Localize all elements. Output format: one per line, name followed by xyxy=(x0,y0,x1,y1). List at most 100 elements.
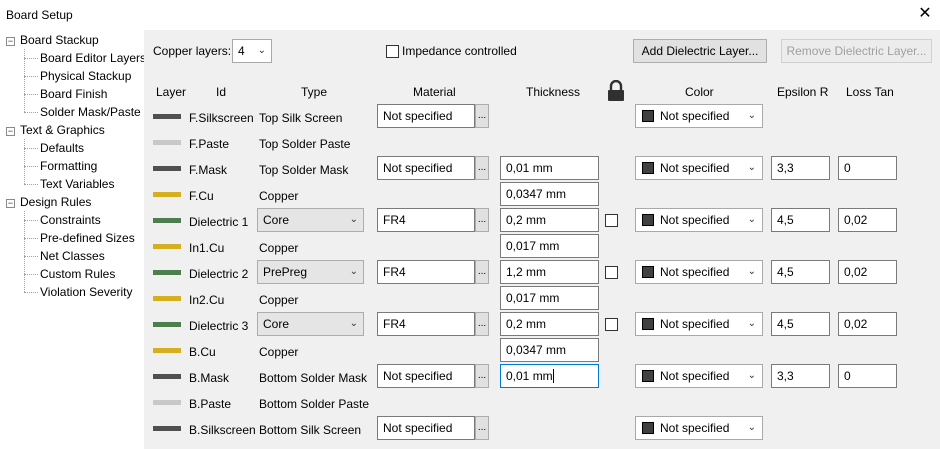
epsilon-field[interactable]: 4,5 xyxy=(771,312,830,336)
epsilon-field[interactable]: 3,3 xyxy=(771,156,830,180)
thickness-field[interactable]: 0,2 mm xyxy=(500,312,599,336)
loss-tangent-field[interactable]: 0,02 xyxy=(838,260,897,284)
chevron-down-icon: ⌄ xyxy=(747,162,756,173)
thickness-field[interactable]: 0,017 mm xyxy=(500,234,599,258)
color-select[interactable]: Not specified ⌄ xyxy=(635,416,763,440)
layer-type: Copper xyxy=(259,345,299,359)
tree-item[interactable]: Formatting xyxy=(40,157,97,175)
lock-thickness-checkbox[interactable] xyxy=(605,318,618,331)
material-browse-button[interactable]: ... xyxy=(475,416,489,440)
impedance-checkbox[interactable] xyxy=(386,45,399,58)
thickness-field[interactable]: 0,0347 mm xyxy=(500,182,599,206)
collapse-icon[interactable]: − xyxy=(6,37,15,46)
tree-item[interactable]: Text Variables xyxy=(40,175,114,193)
layer-id: B.Mask xyxy=(189,371,230,385)
window-title: Board Setup xyxy=(6,8,73,22)
loss-tangent-field[interactable]: 0 xyxy=(838,156,897,180)
layer-type-select[interactable]: Core ⌄ xyxy=(257,208,364,232)
material-field[interactable]: Not specified xyxy=(377,156,475,180)
tree-connector xyxy=(24,256,38,257)
material-browse-button[interactable]: ... xyxy=(475,364,489,388)
thickness-value: 1,2 mm xyxy=(506,265,547,279)
tree-item[interactable]: Defaults xyxy=(40,139,84,157)
tree-item[interactable]: Violation Severity xyxy=(40,283,133,301)
color-select[interactable]: Not specified ⌄ xyxy=(635,312,763,336)
layer-id: Dielectric 2 xyxy=(189,267,249,281)
thickness-value: 0,0347 mm xyxy=(506,343,567,357)
loss-tangent-field[interactable]: 0,02 xyxy=(838,208,897,232)
layer-type: Copper xyxy=(259,189,299,203)
layer-id: Dielectric 1 xyxy=(189,215,249,229)
lock-thickness-checkbox[interactable] xyxy=(605,214,618,227)
material-field[interactable]: Not specified xyxy=(377,416,475,440)
layer-id: In1.Cu xyxy=(189,241,225,255)
thickness-field[interactable]: 0,01 mm xyxy=(500,156,599,180)
loss-tangent-field[interactable]: 0,02 xyxy=(838,312,897,336)
material-browse-button[interactable]: ... xyxy=(475,104,489,128)
color-swatch-icon xyxy=(642,162,654,174)
tree-connector xyxy=(24,49,25,112)
tree-item[interactable]: Board Editor Layers xyxy=(40,49,146,67)
tree-group[interactable]: − Text & Graphics xyxy=(6,121,105,139)
material-browse-button[interactable]: ... xyxy=(475,208,489,232)
color-select[interactable]: Not specified ⌄ xyxy=(635,156,763,180)
lock-thickness-checkbox[interactable] xyxy=(605,266,618,279)
thickness-field[interactable]: 1,2 mm xyxy=(500,260,599,284)
chevron-down-icon: ⌄ xyxy=(747,422,756,433)
chevron-down-icon: ⌄ xyxy=(349,318,358,329)
thickness-field[interactable]: 0,017 mm xyxy=(500,286,599,310)
lock-icon xyxy=(608,80,624,101)
material-field[interactable]: FR4 xyxy=(377,208,475,232)
layer-type-select[interactable]: PrePreg ⌄ xyxy=(257,260,364,284)
tree-connector xyxy=(24,184,38,185)
tree-item[interactable]: Custom Rules xyxy=(40,265,115,283)
epsilon-field[interactable]: 4,5 xyxy=(771,260,830,284)
tree-connector xyxy=(24,211,25,292)
material-browse-button[interactable]: ... xyxy=(475,260,489,284)
tree-group[interactable]: − Design Rules xyxy=(6,193,91,211)
epsilon-field[interactable]: 4,5 xyxy=(771,208,830,232)
chevron-down-icon: ⌄ xyxy=(257,45,266,56)
close-icon[interactable]: ✕ xyxy=(916,5,934,23)
chevron-down-icon: ⌄ xyxy=(747,370,756,381)
chevron-down-icon: ⌄ xyxy=(747,110,756,121)
color-select[interactable]: Not specified ⌄ xyxy=(635,364,763,388)
color-swatch-icon xyxy=(642,422,654,434)
thickness-field[interactable]: 0,0347 mm xyxy=(500,338,599,362)
col-type: Type xyxy=(301,85,328,99)
color-select[interactable]: Not specified ⌄ xyxy=(635,208,763,232)
tree-item[interactable]: Board Finish xyxy=(40,85,107,103)
tree-connector xyxy=(24,220,38,221)
layer-type-select[interactable]: Core ⌄ xyxy=(257,312,364,336)
copper-layers-select[interactable]: 4 ⌄ xyxy=(232,39,272,63)
material-browse-button[interactable]: ... xyxy=(475,312,489,336)
remove-dielectric-button[interactable]: Remove Dielectric Layer... xyxy=(781,39,932,63)
col-id: Id xyxy=(216,85,227,99)
tree-connector xyxy=(24,274,38,275)
add-dielectric-button[interactable]: Add Dielectric Layer... xyxy=(633,39,767,63)
tree-item[interactable]: Pre-defined Sizes xyxy=(40,229,135,247)
color-swatch-icon xyxy=(642,110,654,122)
material-browse-button[interactable]: ... xyxy=(475,156,489,180)
material-field[interactable]: Not specified xyxy=(377,104,475,128)
tree-item[interactable]: Physical Stackup xyxy=(40,67,131,85)
collapse-icon[interactable]: − xyxy=(6,199,15,208)
thickness-field[interactable]: 0,01 mm xyxy=(500,364,599,388)
thickness-field[interactable]: 0,2 mm xyxy=(500,208,599,232)
tree-item[interactable]: Solder Mask/Paste xyxy=(40,103,141,121)
color-select[interactable]: Not specified ⌄ xyxy=(635,260,763,284)
thickness-value: 0,017 mm xyxy=(506,291,560,305)
material-field[interactable]: FR4 xyxy=(377,260,475,284)
collapse-icon[interactable]: − xyxy=(6,127,15,136)
epsilon-field[interactable]: 3,3 xyxy=(771,364,830,388)
color-select[interactable]: Not specified ⌄ xyxy=(635,104,763,128)
layer-type-value: PrePreg xyxy=(263,265,308,279)
tree-item[interactable]: Constraints xyxy=(40,211,101,229)
material-field[interactable]: Not specified xyxy=(377,364,475,388)
loss-tangent-field[interactable]: 0 xyxy=(838,364,897,388)
chevron-down-icon: ⌄ xyxy=(747,318,756,329)
tree-item[interactable]: Net Classes xyxy=(40,247,105,265)
material-field[interactable]: FR4 xyxy=(377,312,475,336)
layer-type: Copper xyxy=(259,241,299,255)
tree-group[interactable]: − Board Stackup xyxy=(6,31,99,49)
